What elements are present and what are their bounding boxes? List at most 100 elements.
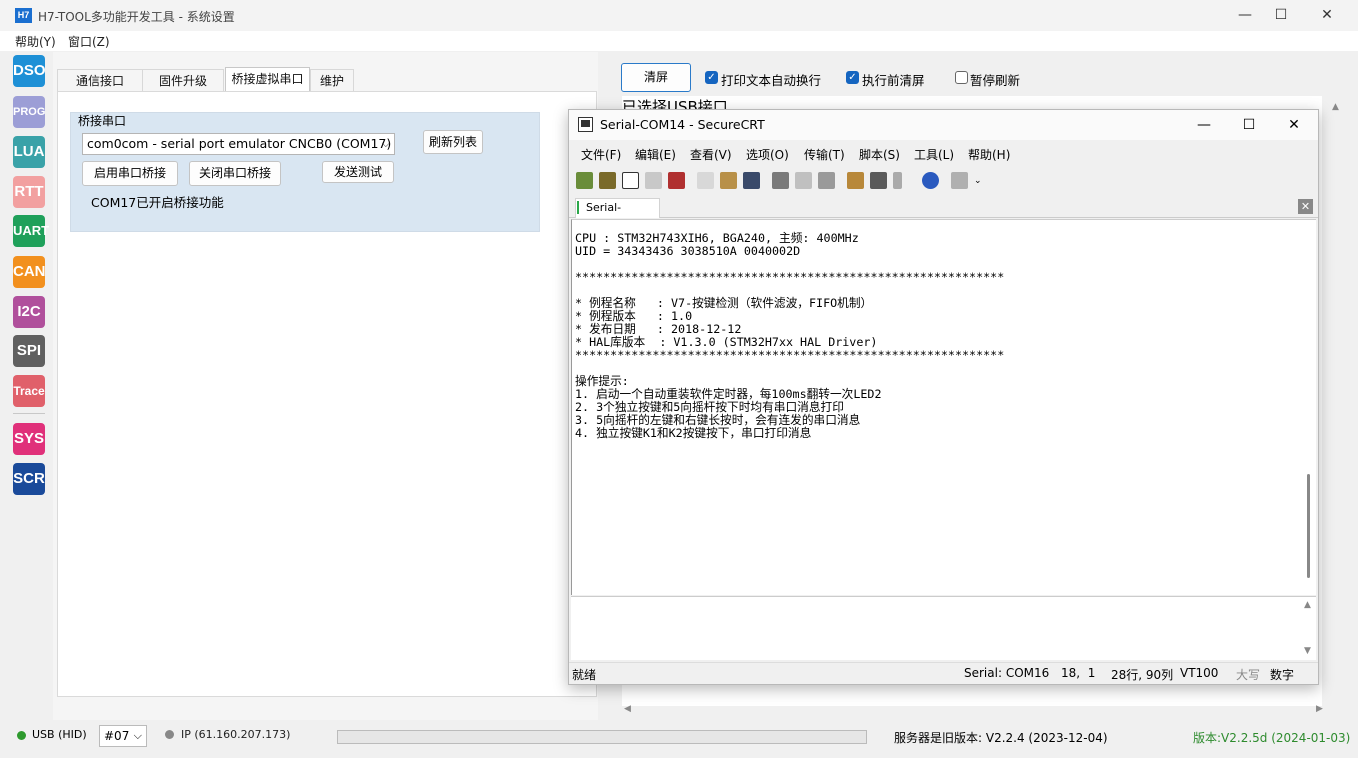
securecrt-menu-options[interactable]: 选项(O) xyxy=(746,146,789,163)
ip-status-label: IP (61.160.207.173) xyxy=(181,728,291,741)
tab-bridge-virtual-serial[interactable]: 桥接虚拟串口 xyxy=(225,67,310,92)
tab-maintenance[interactable]: 维护 xyxy=(310,69,354,91)
print-selection-icon[interactable] xyxy=(795,172,812,189)
terminal-output: CPU : STM32H743XIH6, BGA240, 主频: 400MHz … xyxy=(575,232,1004,440)
print-icon[interactable] xyxy=(818,172,835,189)
terminal-size: 28行, 90列 xyxy=(1111,668,1174,682)
chevron-down-icon: ⌵ xyxy=(381,137,390,150)
menu-window[interactable]: 窗口(Z) xyxy=(68,33,110,50)
refresh-list-button[interactable]: 刷新列表 xyxy=(423,130,483,154)
help-icon[interactable] xyxy=(922,172,939,189)
port-select-value: #07 xyxy=(104,729,130,743)
menu-bar xyxy=(0,31,1358,51)
disconnect-icon[interactable] xyxy=(668,172,685,189)
auto-wrap-checkbox[interactable]: ✓ xyxy=(705,71,718,84)
terminal-line: ****************************************… xyxy=(575,348,1005,362)
terminal-line: ****************************************… xyxy=(575,270,1005,284)
port-select[interactable]: #07 ⌵ xyxy=(99,725,147,747)
cursor-position: 18, 1 xyxy=(1061,666,1096,680)
scroll-up-icon[interactable]: ▲ xyxy=(1304,600,1311,610)
caps-lock-status: 大写 xyxy=(1236,668,1261,682)
sidebar-trace-button[interactable]: Trace xyxy=(13,375,45,407)
securecrt-menu-edit[interactable]: 编辑(E) xyxy=(635,146,676,163)
session-tab[interactable]: Serial-COM14 xyxy=(575,198,660,232)
sidebar-prog-button[interactable]: PROG xyxy=(13,96,45,128)
sidebar-sys-button[interactable]: SYS xyxy=(13,423,45,455)
securecrt-minimize-button[interactable]: — xyxy=(1181,110,1227,140)
serial-status: Serial: COM16 xyxy=(964,666,1050,680)
clear-screen-button[interactable]: 清屏 xyxy=(621,63,691,92)
sidebar-can-button[interactable]: CAN xyxy=(13,256,46,288)
tab-comm-interface[interactable]: 通信接口 xyxy=(57,69,143,91)
session-options-icon[interactable] xyxy=(847,172,864,189)
find-icon[interactable] xyxy=(743,172,760,189)
disable-bridge-button[interactable]: 关闭串口桥接 xyxy=(189,161,281,186)
securecrt-close-button[interactable]: ✕ xyxy=(1271,110,1317,140)
emulation-status: VT100 xyxy=(1180,666,1219,680)
sidebar-rtt-button[interactable]: RTT xyxy=(13,176,45,208)
auto-wrap-label: 打印文本自动换行 xyxy=(721,73,822,88)
server-version-label: 服务器是旧版本: V2.2.4 (2023-12-04) xyxy=(894,731,1108,745)
securecrt-menu-file[interactable]: 文件(F) xyxy=(581,146,621,163)
copy-icon[interactable] xyxy=(697,172,714,189)
keymap-icon[interactable] xyxy=(893,172,902,189)
quick-connect-icon[interactable] xyxy=(599,172,616,189)
chevron-down-icon: ⌵ xyxy=(133,729,142,742)
sidebar-lua-button[interactable]: LUA xyxy=(13,136,45,168)
securecrt-title: Serial-COM14 - SecureCRT xyxy=(600,117,765,132)
version-label: 版本:V2.2.5d (2024-01-03) xyxy=(1193,731,1351,745)
bridge-port-value: com0com - serial port emulator CNCB0 (CO… xyxy=(87,136,392,151)
securecrt-menu-help[interactable]: 帮助(H) xyxy=(968,146,1010,163)
securecrt-app-icon xyxy=(578,117,593,132)
global-options-icon[interactable] xyxy=(870,172,887,189)
clear-before-checkbox[interactable]: ✓ xyxy=(846,71,859,84)
reconnect-icon[interactable] xyxy=(645,172,662,189)
paste-icon[interactable] xyxy=(720,172,737,189)
sidebar-i2c-button[interactable]: I2C xyxy=(13,296,45,328)
bridge-port-select[interactable]: com0com - serial port emulator CNCB0 (CO… xyxy=(82,133,395,155)
maximize-button[interactable]: ☐ xyxy=(1258,0,1304,31)
tab-firmware-upgrade[interactable]: 固件升级 xyxy=(142,69,224,91)
command-window[interactable] xyxy=(571,596,1316,660)
terminal-line: UID = 34343436 3038510A 0040002D xyxy=(575,244,801,258)
ready-status: 就绪 xyxy=(572,668,597,682)
securecrt-menu-transfer[interactable]: 传输(T) xyxy=(804,146,845,163)
terminal-line: * 发布日期 : 2018-12-12 xyxy=(575,322,742,336)
securecrt-maximize-button[interactable]: ☐ xyxy=(1226,110,1272,140)
sidebar-uart-button[interactable]: UART xyxy=(13,215,49,247)
bridge-status-message: COM17已开启桥接功能 xyxy=(91,195,224,210)
sidebar-dso-button[interactable]: DSO xyxy=(13,55,46,87)
scroll-right-icon[interactable]: ▶ xyxy=(1316,704,1323,714)
tile-icon[interactable] xyxy=(951,172,968,189)
usb-status-label: USB (HID) xyxy=(32,728,87,741)
close-button[interactable]: ✕ xyxy=(1304,0,1350,31)
sidebar-scr-button[interactable]: SCR xyxy=(13,463,45,495)
terminal-line: * 例程名称 : V7-按键检测（软件滤波，FIFO机制） xyxy=(575,296,873,310)
terminal-area[interactable]: CPU : STM32H743XIH6, BGA240, 主频: 400MHz … xyxy=(571,219,1316,595)
sidebar-divider xyxy=(13,413,45,414)
pause-refresh-checkbox[interactable] xyxy=(955,71,968,84)
terminal-line: * HAL库版本 : V1.3.0 (STM32H7xx HAL Driver) xyxy=(575,335,878,349)
terminal-line: 3. 5向摇杆的左键和右键长按时，会有连发的串口消息 xyxy=(575,413,861,427)
sidebar-spi-button[interactable]: SPI xyxy=(13,335,45,367)
securecrt-menu-script[interactable]: 脚本(S) xyxy=(859,146,900,163)
print-screen-icon[interactable] xyxy=(772,172,789,189)
securecrt-menu-view[interactable]: 查看(V) xyxy=(690,146,732,163)
scroll-down-icon[interactable]: ▼ xyxy=(1304,646,1311,656)
usb-status-dot-icon xyxy=(17,731,26,740)
enable-bridge-button[interactable]: 启用串口桥接 xyxy=(82,161,178,186)
send-test-button[interactable]: 发送测试 xyxy=(322,161,394,183)
terminal-scrollbar[interactable] xyxy=(1304,220,1316,594)
connect-icon[interactable] xyxy=(576,172,593,189)
terminal-scroll-thumb[interactable] xyxy=(1307,474,1310,578)
connect-tab-icon[interactable] xyxy=(622,172,639,189)
menu-help[interactable]: 帮助(Y) xyxy=(15,33,56,50)
close-tab-icon[interactable]: ✕ xyxy=(1298,199,1313,214)
securecrt-menu-tools[interactable]: 工具(L) xyxy=(914,146,954,163)
scroll-up-icon[interactable]: ▲ xyxy=(1332,102,1339,112)
num-lock-status: 数字 xyxy=(1270,668,1295,682)
scroll-left-icon[interactable]: ◀ xyxy=(624,704,631,714)
terminal-line: 1. 启动一个自动重装软件定时器，每100ms翻转一次LED2 xyxy=(575,387,882,401)
more-icon[interactable]: ⌄ xyxy=(974,176,982,186)
securecrt-tab-strip xyxy=(569,196,1318,218)
